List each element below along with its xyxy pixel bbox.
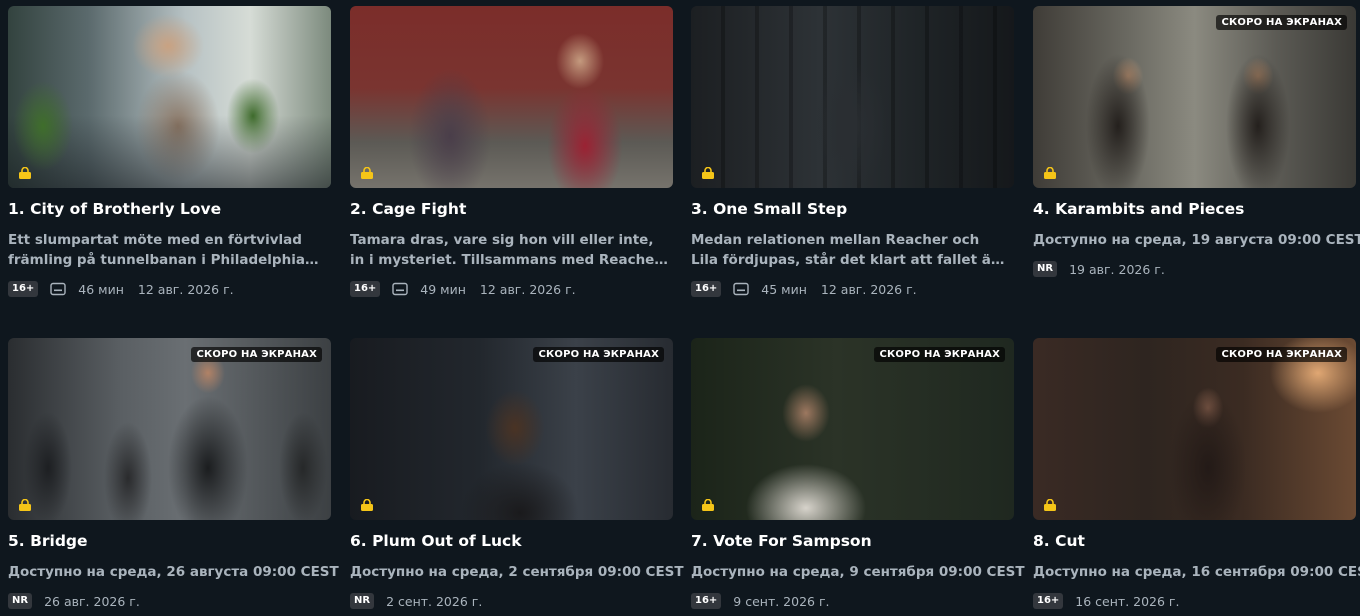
episode-card[interactable]: СКОРО НА ЭКРАНАХ 8. Cut Доступно на сред… — [1033, 338, 1360, 610]
episode-duration: 45 мин — [761, 281, 807, 297]
availability-text: Доступно на среда, 9 сентября 09:00 CEST — [691, 564, 1025, 580]
episode-meta: 16+ 46 мин 12 авг. 2026 г. — [8, 280, 331, 298]
episode-card[interactable]: СКОРО НА ЭКРАНАХ 4. Karambits and Pieces… — [1033, 6, 1360, 278]
availability-text: Доступно на среда, 26 августа 09:00 CEST — [8, 564, 339, 580]
coming-soon-badge: СКОРО НА ЭКРАНАХ — [874, 347, 1005, 362]
prime-lock-icon — [1044, 499, 1056, 511]
episode-meta: NR 26 авг. 2026 г. — [8, 592, 331, 610]
episode-card[interactable]: 3. One Small Step Medan relationen mella… — [691, 6, 1014, 298]
availability-text: Доступно на среда, 19 августа 09:00 CEST — [1033, 232, 1360, 248]
prime-lock-icon — [702, 499, 714, 511]
coming-soon-badge: СКОРО НА ЭКРАНАХ — [191, 347, 322, 362]
episode-duration: 46 мин — [78, 281, 124, 297]
episode-date: 26 авг. 2026 г. — [44, 593, 140, 609]
prime-lock-icon — [19, 499, 31, 511]
episode-meta: 16+ 9 сент. 2026 г. — [691, 592, 1014, 610]
age-rating-badge: NR — [1033, 261, 1058, 277]
episode-title[interactable]: 3. One Small Step — [691, 200, 1014, 218]
episode-description: Medan relationen mellan Reacher och Lila… — [691, 232, 998, 268]
episode-meta: NR 19 авг. 2026 г. — [1033, 260, 1356, 278]
coming-soon-badge: СКОРО НА ЭКРАНАХ — [1216, 15, 1347, 30]
episode-thumbnail[interactable]: СКОРО НА ЭКРАНАХ — [8, 338, 331, 520]
episode-description: Ett slumpartat möte med en förtvivlad fr… — [8, 232, 305, 268]
availability-text: Доступно на среда, 16 сентября 09:00 CES… — [1033, 564, 1360, 580]
episode-date: 9 сент. 2026 г. — [733, 593, 830, 609]
episode-title[interactable]: 7. Vote For Sampson — [691, 532, 1014, 550]
age-rating-badge: 16+ — [8, 281, 39, 297]
prime-lock-icon — [1044, 167, 1056, 179]
episode-card[interactable]: СКОРО НА ЭКРАНАХ 6. Plum Out of Luck Дос… — [350, 338, 684, 610]
episode-title[interactable]: 2. Cage Fight — [350, 200, 673, 218]
episode-card[interactable]: 1. City of Brotherly Love Ett slumpartat… — [8, 6, 331, 298]
subtitles-icon — [733, 282, 749, 296]
episode-card[interactable]: СКОРО НА ЭКРАНАХ 5. Bridge Доступно на с… — [8, 338, 339, 610]
subtitles-icon — [50, 282, 66, 296]
episode-date: 12 авг. 2026 г. — [820, 281, 917, 297]
episode-meta: 16+ 16 сент. 2026 г. — [1033, 592, 1356, 610]
episode-duration: 49 мин — [420, 281, 466, 297]
episode-title[interactable]: 5. Bridge — [8, 532, 331, 550]
age-rating-badge: NR — [350, 593, 375, 609]
age-rating-badge: 16+ — [691, 281, 722, 297]
prime-lock-icon — [361, 499, 373, 511]
episode-thumbnail[interactable]: СКОРО НА ЭКРАНАХ — [1033, 6, 1356, 188]
age-rating-badge: 16+ — [691, 593, 722, 609]
episode-thumbnail[interactable]: СКОРО НА ЭКРАНАХ — [1033, 338, 1356, 520]
coming-soon-badge: СКОРО НА ЭКРАНАХ — [1216, 347, 1347, 362]
episode-meta: NR 2 сент. 2026 г. — [350, 592, 673, 610]
episode-meta: 16+ 49 мин 12 авг. 2026 г. — [350, 280, 673, 298]
episode-card[interactable]: СКОРО НА ЭКРАНАХ 7. Vote For Sampson Дос… — [691, 338, 1025, 610]
episode-title[interactable]: 1. City of Brotherly Love — [8, 200, 331, 218]
episode-title[interactable]: 6. Plum Out of Luck — [350, 532, 673, 550]
episode-date: 12 авг. 2026 г. — [479, 281, 576, 297]
episode-thumbnail[interactable] — [350, 6, 673, 188]
subtitles-icon — [392, 282, 408, 296]
episode-date: 2 сент. 2026 г. — [386, 593, 483, 609]
episode-thumbnail[interactable] — [8, 6, 331, 188]
episode-meta: 16+ 45 мин 12 авг. 2026 г. — [691, 280, 1014, 298]
age-rating-badge: 16+ — [1033, 593, 1064, 609]
episode-date: 19 авг. 2026 г. — [1069, 261, 1165, 277]
episode-description: Tamara dras, vare sig hon vill eller int… — [350, 232, 662, 268]
prime-lock-icon — [19, 167, 31, 179]
episode-title[interactable]: 8. Cut — [1033, 532, 1356, 550]
availability-text: Доступно на среда, 2 сентября 09:00 CEST — [350, 564, 684, 580]
episode-thumbnail[interactable] — [691, 6, 1014, 188]
age-rating-badge: NR — [8, 593, 33, 609]
episode-thumbnail[interactable]: СКОРО НА ЭКРАНАХ — [691, 338, 1014, 520]
age-rating-badge: 16+ — [350, 281, 381, 297]
coming-soon-badge: СКОРО НА ЭКРАНАХ — [533, 347, 664, 362]
episode-grid: 1. City of Brotherly Love Ett slumpartat… — [0, 0, 1360, 616]
episode-thumbnail[interactable]: СКОРО НА ЭКРАНАХ — [350, 338, 673, 520]
episode-title[interactable]: 4. Karambits and Pieces — [1033, 200, 1356, 218]
prime-lock-icon — [702, 167, 714, 179]
prime-lock-icon — [361, 167, 373, 179]
episode-date: 12 авг. 2026 г. — [137, 281, 234, 297]
episode-card[interactable]: 2. Cage Fight Tamara dras, vare sig hon … — [350, 6, 673, 298]
episode-date: 16 сент. 2026 г. — [1075, 593, 1180, 609]
